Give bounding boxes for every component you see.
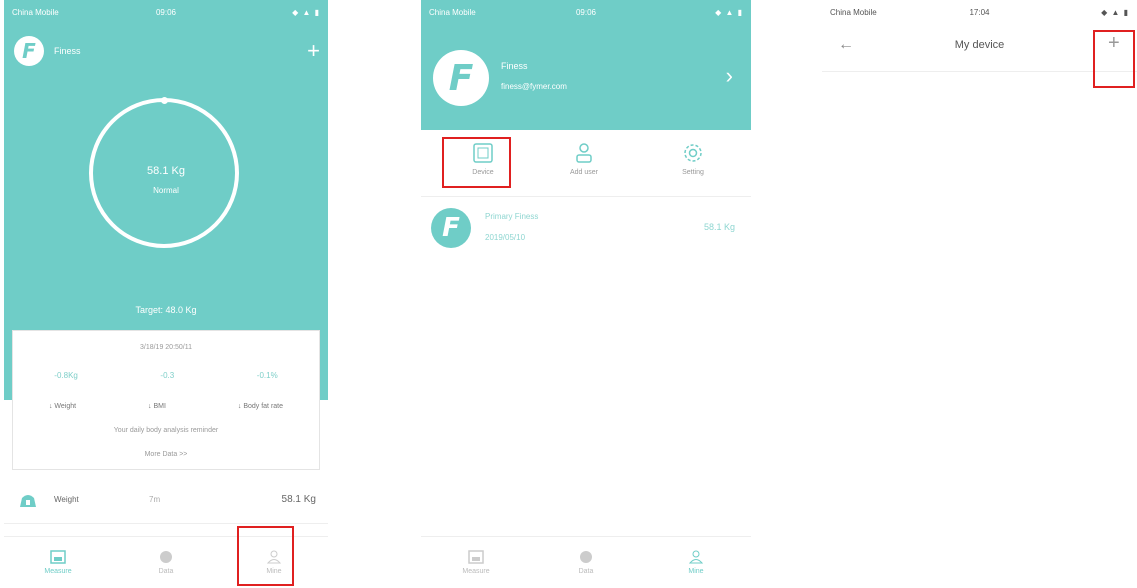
screen-my-device: China Mobile 17:04 ◆ ▲ ▮ ← My device + xyxy=(822,0,1137,588)
screen-home: China Mobile 09:06 ◆ ▲ ▮ F Finess + 58.1… xyxy=(4,0,328,588)
tab-measure[interactable]: Measure xyxy=(28,550,88,575)
menu-add-user-label: Add user xyxy=(569,169,599,176)
menu-add-user[interactable]: Add user xyxy=(554,142,614,176)
status-bar: China Mobile 09:06 ◆ ▲ ▮ xyxy=(4,0,328,22)
target-weight: Target: 48.0 Kg xyxy=(135,305,197,315)
card-values: -0.8Kg -0.3 -0.1% xyxy=(13,371,319,380)
status-carrier: China Mobile xyxy=(429,8,476,17)
scale-icon xyxy=(20,495,36,507)
screen-mine: China Mobile 09:06 ◆ ▲ ▮ F Finess finess… xyxy=(421,0,751,588)
card-title: 3/18/19 20:50/11 xyxy=(139,344,193,351)
tab-bar: Measure Data Mine xyxy=(421,536,751,588)
menu-setting-label: Setting xyxy=(682,169,704,176)
more-data-link[interactable]: More Data >> xyxy=(13,451,319,458)
analysis-card: 3/18/19 20:50/11 -0.8Kg -0.3 -0.1% ↓ Wei… xyxy=(12,330,320,470)
bodyfat-label: ↓ Body fat rate xyxy=(237,403,284,410)
user-avatar: F xyxy=(431,208,471,248)
measure-icon xyxy=(468,550,484,564)
data-icon xyxy=(160,551,172,563)
tab-measure[interactable]: Measure xyxy=(446,550,506,575)
mine-icon xyxy=(688,550,704,564)
user-row[interactable]: F Primary Finess 2019/05/10 58.1 Kg xyxy=(421,200,751,260)
status-icons: ◆ ▲ ▮ xyxy=(292,8,320,17)
status-carrier: China Mobile xyxy=(830,8,877,17)
user-avatar[interactable]: F xyxy=(14,36,44,66)
current-weight: 58.1 Kg xyxy=(147,165,185,177)
status-bar: China Mobile 17:04 ◆ ▲ ▮ xyxy=(822,0,1137,22)
card-labels: ↓ Weight ↓ BMI ↓ Body fat rate xyxy=(13,403,319,410)
status-icons: ◆ ▲ ▮ xyxy=(715,8,743,17)
tab-data[interactable]: Data xyxy=(556,550,616,575)
tab-data-label: Data xyxy=(158,568,174,575)
weight-label: ↓ Weight xyxy=(48,403,77,410)
weight-row-time: 7m xyxy=(149,495,161,504)
user-row-value: 58.1 Kg xyxy=(703,222,735,232)
highlight-add-device xyxy=(1093,30,1135,88)
brand-logo-icon: F xyxy=(22,39,36,63)
status-time: 17:04 xyxy=(969,8,990,17)
add-button[interactable]: + xyxy=(307,40,320,62)
tab-measure-label: Measure xyxy=(44,568,72,575)
tab-measure-label: Measure xyxy=(462,568,490,575)
bmi-label: ↓ BMI xyxy=(148,403,166,410)
profile-avatar: F xyxy=(433,50,489,106)
brand-logo-icon: F xyxy=(448,57,474,99)
status-carrier: China Mobile xyxy=(12,8,59,17)
add-user-icon xyxy=(576,143,592,163)
card-note: Your daily body analysis reminder xyxy=(113,427,219,434)
menu-setting[interactable]: Setting xyxy=(663,142,723,176)
divider xyxy=(421,196,751,197)
weight-change-value: -0.8Kg xyxy=(54,371,78,380)
status-time: 09:06 xyxy=(155,8,177,17)
highlight-mine-tab xyxy=(237,526,294,586)
bmi-change-value: -0.3 xyxy=(160,371,175,380)
measure-icon xyxy=(50,550,66,564)
gear-icon xyxy=(684,144,702,162)
status-bar: China Mobile 09:06 ◆ ▲ ▮ xyxy=(421,0,751,22)
profile-name: Finess xyxy=(501,61,528,71)
data-icon xyxy=(580,551,592,563)
status-icons: ◆ ▲ ▮ xyxy=(1101,8,1129,17)
user-row-date: 2019/05/10 xyxy=(485,233,526,242)
tab-mine-label: Mine xyxy=(688,568,704,575)
profile-email: finess@fymer.com xyxy=(501,82,567,91)
ring-marker-icon xyxy=(161,97,168,104)
weight-row-label: Weight xyxy=(54,495,79,504)
chevron-right-icon: › xyxy=(725,63,733,88)
nav-bar: ← My device + xyxy=(822,22,1137,72)
page-title: My device xyxy=(954,39,1005,51)
brand-logo-icon: F xyxy=(442,213,460,243)
highlight-device-menu xyxy=(442,137,511,188)
weight-status: Normal xyxy=(153,186,179,195)
tab-mine[interactable]: Mine xyxy=(666,550,726,575)
bodyfat-change-value: -0.1% xyxy=(256,371,278,380)
tab-data-label: Data xyxy=(578,568,594,575)
user-row-name: Primary Finess xyxy=(485,212,539,221)
weight-row[interactable]: Weight 7m 58.1 Kg xyxy=(4,478,328,524)
profile-row[interactable]: F Finess finess@fymer.com › xyxy=(421,45,751,115)
status-time: 09:06 xyxy=(575,8,597,17)
user-name: Finess xyxy=(54,46,81,56)
weight-row-value: 58.1 Kg xyxy=(281,494,316,505)
tab-data[interactable]: Data xyxy=(136,550,196,575)
